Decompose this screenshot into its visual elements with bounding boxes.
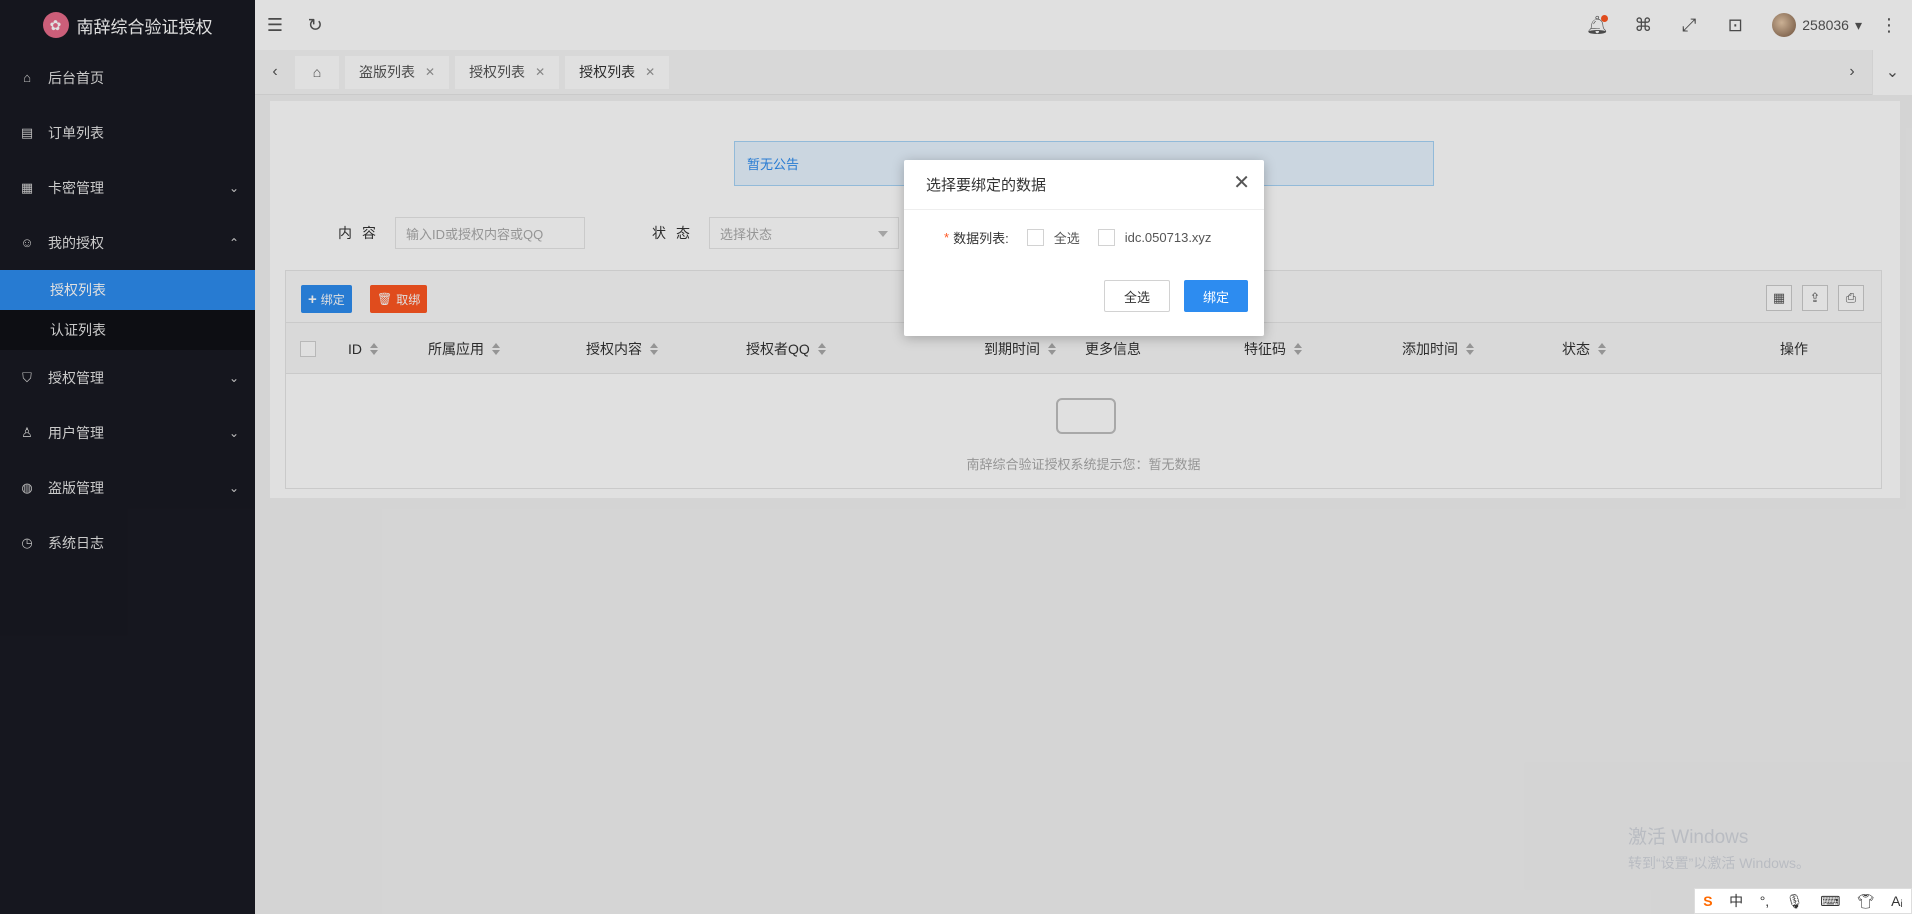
option-label: idc.050713.xyz — [1124, 230, 1212, 245]
keyboard-icon[interactable]: ⌨ — [1820, 893, 1840, 910]
watermark-subtitle: 转到“设置”以激活 Windows。 — [1628, 855, 1811, 871]
field-label: 数据列表: — [953, 231, 1009, 246]
ai-icon[interactable]: Aᵢ — [1891, 893, 1903, 909]
ime-mode-toggle[interactable]: 中 — [1729, 891, 1743, 911]
checkbox[interactable] — [1097, 229, 1115, 246]
dialog-title: 选择要绑定的数据 — [904, 160, 1264, 210]
windows-activation-watermark: 激活 Windows 转到“设置”以激活 Windows。 — [1628, 822, 1810, 873]
confirm-bind-button[interactable]: 绑定 — [1184, 280, 1248, 312]
close-icon[interactable]: ✕ — [1233, 173, 1250, 193]
ime-toolbar: S 中 °, 🎙︎ ⌨ 👕︎ Aᵢ — [1694, 888, 1912, 914]
option-label: 全选 — [1053, 231, 1080, 246]
watermark-title: 激活 Windows — [1628, 827, 1749, 848]
select-all-button[interactable]: 全选 — [1104, 280, 1170, 312]
data-list-field: * 数据列表: 全选 idc.050713.xyz — [944, 228, 1211, 247]
option-domain[interactable]: idc.050713.xyz — [1097, 229, 1212, 246]
checkbox[interactable] — [1026, 229, 1044, 246]
sogou-logo-icon[interactable]: S — [1703, 893, 1712, 909]
bind-dialog: 选择要绑定的数据 ✕ * 数据列表: 全选 idc.050713.xyz 全选 … — [904, 160, 1264, 336]
required-mark: * — [944, 230, 950, 245]
modal-overlay[interactable] — [0, 0, 1912, 914]
option-select-all[interactable]: 全选 — [1026, 228, 1080, 247]
microphone-icon[interactable]: 🎙︎ — [1786, 893, 1804, 910]
skin-icon[interactable]: 👕︎ — [1857, 893, 1875, 910]
punctuation-icon[interactable]: °, — [1760, 893, 1770, 909]
